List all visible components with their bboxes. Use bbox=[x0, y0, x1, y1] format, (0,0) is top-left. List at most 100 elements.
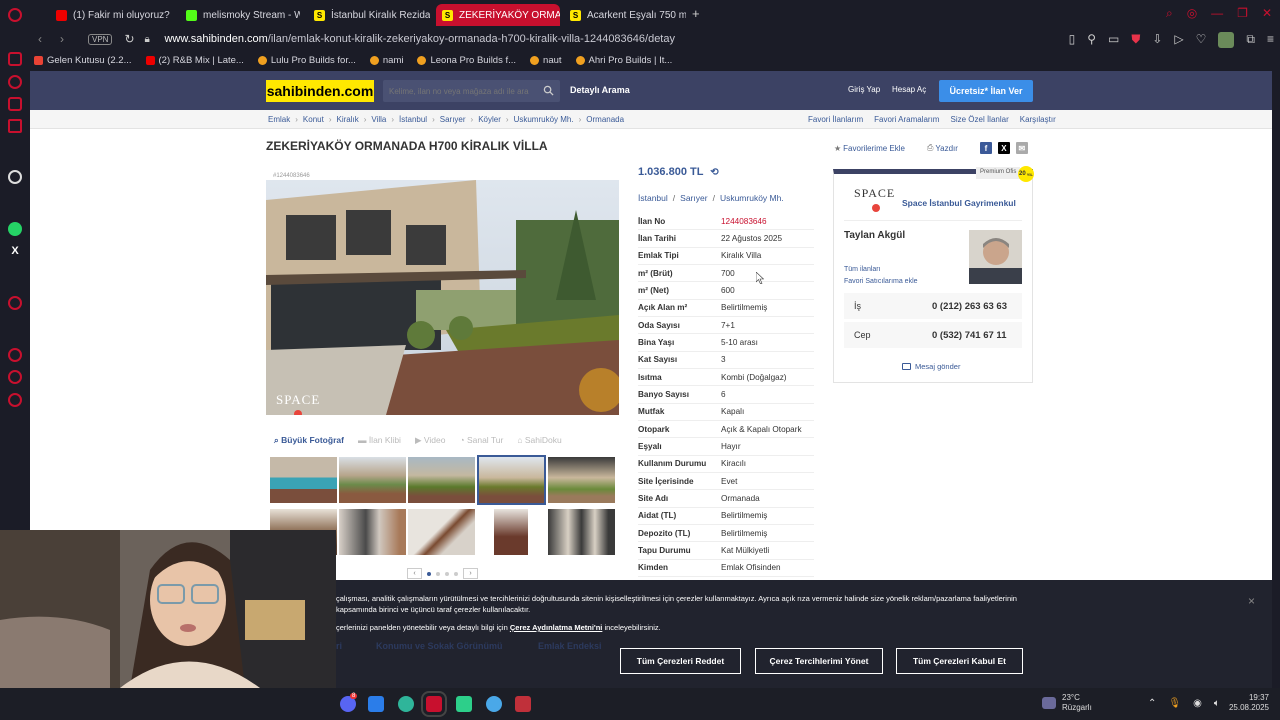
minimize-icon[interactable]: — bbox=[1211, 6, 1223, 21]
tab-ad-clip[interactable]: ▬ İlan Klibi bbox=[358, 435, 401, 446]
maximize-icon[interactable]: ❐ bbox=[1237, 6, 1248, 21]
page-dot[interactable] bbox=[454, 571, 458, 576]
search-tabs-icon[interactable]: ⌕ bbox=[1166, 6, 1173, 21]
breadcrumb-item[interactable]: Uskumruköy Mh. bbox=[514, 115, 574, 124]
mail-icon[interactable] bbox=[8, 119, 22, 133]
tab-acarkent[interactable]: S Acarkent Eşyalı 750 m2 B bbox=[564, 4, 686, 26]
tab-virtual-tour[interactable]: ◔ Sanal Tur bbox=[459, 435, 503, 446]
tab-youtube[interactable]: (1) Fakir mi oluyoruz? dah bbox=[50, 4, 172, 26]
register-link[interactable]: Hesap Aç bbox=[892, 85, 926, 94]
opera-logo-icon[interactable] bbox=[8, 8, 22, 22]
thumbnail[interactable] bbox=[339, 457, 406, 503]
bookmark-nami[interactable]: nami bbox=[369, 55, 403, 66]
user-link[interactable]: Favori İlanlarım bbox=[808, 115, 863, 124]
url-field[interactable]: www.sahibinden.com/ilan/emlak-konut-kira… bbox=[164, 33, 675, 45]
thumbnail-selected[interactable] bbox=[477, 455, 546, 505]
thumbnail[interactable] bbox=[548, 457, 615, 503]
send-message-link[interactable]: Mesaj gönder bbox=[902, 362, 960, 371]
location-city[interactable]: İstanbul bbox=[638, 193, 668, 203]
bookmark-icon[interactable]: ▭ bbox=[1108, 32, 1119, 48]
office-name[interactable]: Space İstanbul Gayrimenkul bbox=[902, 198, 1016, 208]
video-app-icon[interactable] bbox=[515, 696, 531, 712]
thumbnail[interactable] bbox=[339, 509, 406, 555]
cookie-policy-link[interactable]: Çerez Aydınlatma Metni'ni bbox=[510, 623, 603, 632]
prev-page-button[interactable]: ‹ bbox=[407, 568, 422, 579]
thumbnail[interactable] bbox=[270, 457, 337, 503]
breadcrumb-item[interactable]: Konut bbox=[303, 115, 324, 124]
search-input[interactable] bbox=[383, 80, 533, 102]
bookmark-gmail[interactable]: Gelen Kutusu (2.2... bbox=[34, 55, 132, 66]
bookmark-naut[interactable]: naut bbox=[530, 55, 562, 66]
extensions-icon[interactable]: ⧉ bbox=[1246, 32, 1255, 48]
facebook-icon[interactable]: f bbox=[979, 142, 992, 154]
location-district[interactable]: Sarıyer bbox=[680, 193, 707, 203]
tab-zekeriyakoy[interactable]: S ZEKERİYAKÖY ORMANAI bbox=[436, 4, 560, 26]
tab-rezidans[interactable]: S İstanbul Kiralık Rezidans bbox=[308, 4, 430, 26]
history-icon[interactable] bbox=[8, 348, 22, 362]
download-icon[interactable]: ⇩ bbox=[1152, 32, 1162, 48]
bookmark-lulu[interactable]: Lulu Pro Builds for... bbox=[257, 55, 356, 66]
add-favorite-link[interactable]: Favorilerime Ekle bbox=[843, 144, 905, 153]
user-link[interactable]: Size Özel İlanlar bbox=[950, 115, 1008, 124]
weather-widget[interactable]: 23°C Rüzgarlı bbox=[1062, 693, 1092, 713]
sidebar-settings-icon[interactable] bbox=[8, 393, 22, 407]
bookmark-leona[interactable]: Leona Pro Builds f... bbox=[417, 55, 516, 66]
settings-gear-icon[interactable] bbox=[8, 170, 22, 184]
accept-cookies-button[interactable]: Tüm Çerezleri Kabul Et bbox=[896, 648, 1023, 674]
menu-icon[interactable]: ≡ bbox=[1267, 32, 1274, 48]
post-ad-button[interactable]: Ücretsiz* İlan Ver bbox=[939, 80, 1033, 102]
search-icon[interactable] bbox=[543, 85, 554, 96]
tab-video[interactable]: ▶ Video bbox=[415, 435, 446, 446]
new-tab-button[interactable]: + bbox=[692, 6, 700, 21]
thumbnail[interactable] bbox=[408, 457, 475, 503]
profile-avatar[interactable] bbox=[1218, 32, 1235, 48]
user-link[interactable]: Favori Aramalarım bbox=[874, 115, 939, 124]
site-logo[interactable]: sahibinden.com bbox=[266, 80, 374, 102]
network-icon[interactable]: ◉ bbox=[1193, 698, 1202, 709]
clock[interactable]: 19:37 25.08.2025 bbox=[1225, 693, 1269, 713]
favorite-seller-link[interactable]: Favori Satıcılarıma ekle bbox=[844, 278, 918, 285]
close-icon[interactable]: ✕ bbox=[1262, 6, 1272, 21]
microphone-icon[interactable]: 🎙︎ bbox=[1168, 698, 1181, 709]
opera-gx-icon[interactable] bbox=[421, 691, 447, 717]
x-share-icon[interactable]: X bbox=[997, 142, 1010, 154]
breadcrumb-item[interactable]: İstanbul bbox=[399, 115, 427, 124]
user-link[interactable]: Karşılaştır bbox=[1020, 115, 1056, 124]
chat-app-icon[interactable] bbox=[486, 696, 502, 712]
reload-icon[interactable]: ↻ bbox=[124, 32, 138, 46]
cookie-close-icon[interactable]: × bbox=[1248, 594, 1255, 608]
breadcrumb-item[interactable]: Kiralık bbox=[336, 115, 358, 124]
next-page-button[interactable]: › bbox=[463, 568, 478, 579]
x-twitter-icon[interactable]: X bbox=[8, 244, 22, 258]
snap-icon[interactable]: ◎ bbox=[1187, 6, 1197, 21]
breadcrumb-item[interactable]: Köyler bbox=[478, 115, 501, 124]
tray-chevron-icon[interactable]: ⌃ bbox=[1148, 698, 1156, 709]
page-dot[interactable] bbox=[427, 571, 431, 576]
android-app-icon[interactable] bbox=[456, 696, 472, 712]
pen-app-icon[interactable] bbox=[368, 696, 384, 712]
reject-cookies-button[interactable]: Tüm Çerezleri Reddet bbox=[620, 648, 741, 674]
bookmark-ahri[interactable]: Ahri Pro Builds | It... bbox=[575, 55, 672, 66]
detailed-search-link[interactable]: Detaylı Arama bbox=[570, 85, 630, 95]
forward-icon[interactable]: › bbox=[60, 32, 74, 46]
breadcrumb-item[interactable]: Emlak bbox=[268, 115, 290, 124]
manage-cookies-button[interactable]: Çerez Tercihlerimi Yönet bbox=[755, 648, 883, 674]
sidebar-toggle-icon[interactable]: ▯ bbox=[1069, 32, 1076, 48]
login-link[interactable]: Giriş Yap bbox=[848, 85, 880, 94]
volume-icon[interactable]: 🔈︎ bbox=[1214, 698, 1220, 709]
bookmark-rnb[interactable]: (2) R&B Mix | Late... bbox=[145, 55, 244, 66]
breadcrumb-item[interactable]: Sarıyer bbox=[440, 115, 466, 124]
thumbnail[interactable] bbox=[408, 509, 475, 555]
browser-app-icon[interactable] bbox=[398, 696, 414, 712]
page-dot[interactable] bbox=[436, 571, 440, 576]
breadcrumb-item[interactable]: Ormanada bbox=[586, 115, 624, 124]
pin-icon[interactable]: ⚲ bbox=[1087, 32, 1096, 48]
tab-large-photo[interactable]: ⌕ Büyük Fotoğraf bbox=[274, 435, 344, 446]
main-photo[interactable]: SPACE bbox=[266, 180, 619, 415]
thumbnail[interactable] bbox=[548, 509, 615, 555]
breadcrumb-item[interactable]: Villa bbox=[371, 115, 386, 124]
print-link[interactable]: Yazdır bbox=[935, 144, 958, 153]
office-logo[interactable]: SPACE bbox=[854, 186, 895, 201]
thumbnail[interactable] bbox=[494, 509, 528, 555]
heart-icon[interactable]: ♡ bbox=[1196, 32, 1207, 48]
